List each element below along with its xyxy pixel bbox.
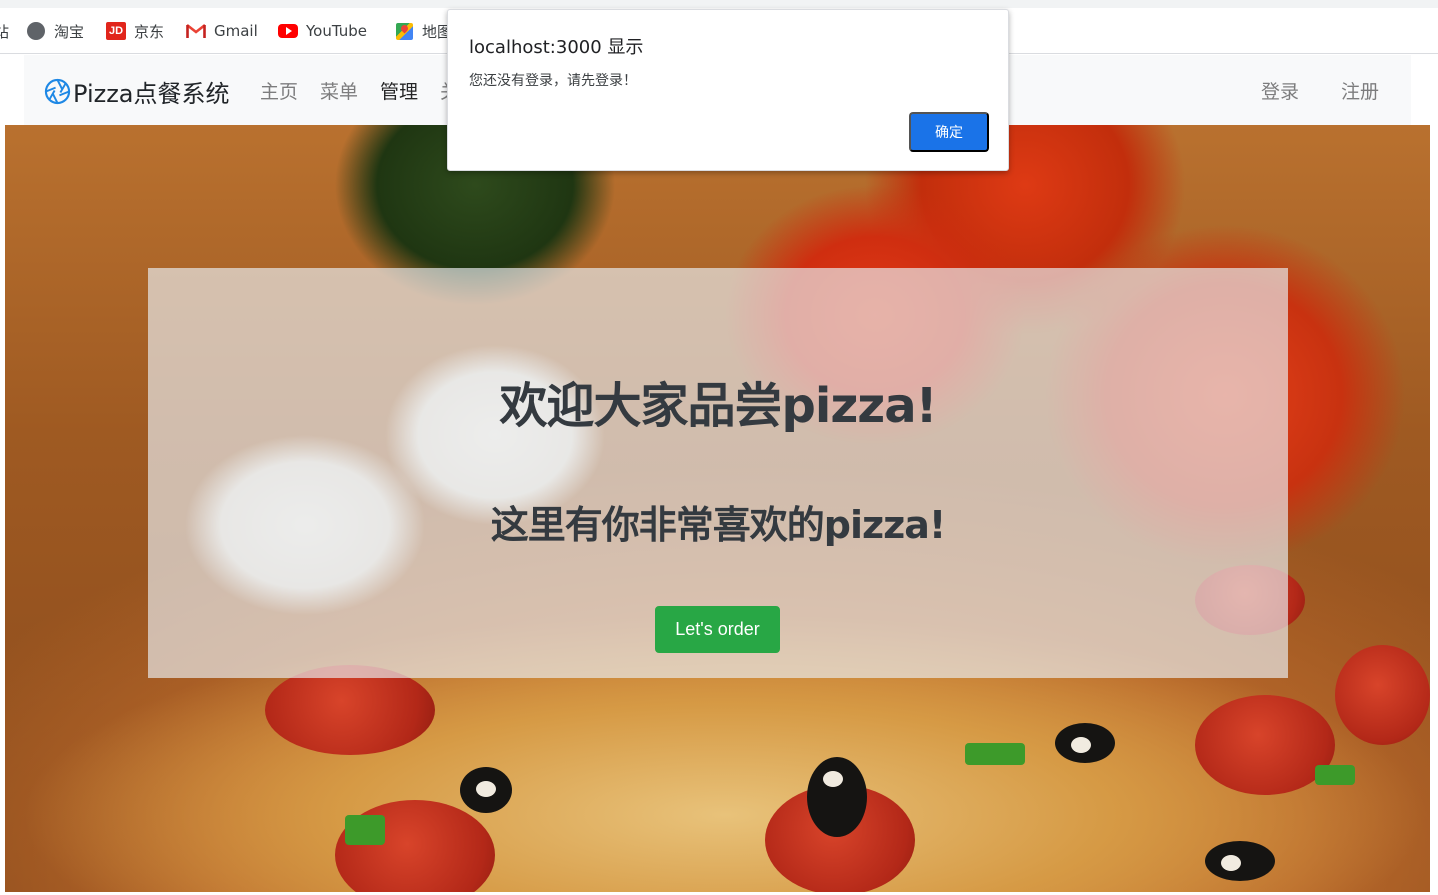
hero-subtitle: 这里有你非常喜欢的pizza! [490, 503, 946, 547]
gmail-icon [186, 22, 206, 40]
pepper-decoration [345, 815, 385, 845]
pepperoni-decoration [265, 665, 435, 755]
navbar-brand[interactable]: Pizza点餐系统 [44, 73, 230, 109]
bookmark-taobao[interactable]: 淘宝 [26, 20, 84, 42]
pepperoni-decoration [335, 800, 495, 892]
olive-decoration [807, 757, 867, 837]
nav-register[interactable]: 注册 [1341, 77, 1379, 104]
bookmark-label: 淘宝 [54, 22, 85, 41]
maps-icon [394, 22, 414, 40]
dialog-message: 您还没有登录，请先登录！ [469, 73, 637, 89]
olive-decoration [1205, 841, 1275, 881]
alert-dialog: localhost:3000 显示 您还没有登录，请先登录！ 确定 [447, 9, 1009, 171]
pepper-decoration [965, 743, 1025, 765]
bookmark-jd[interactable]: JD 京东 [106, 20, 164, 42]
bookmark-item-partial[interactable]: 站 [0, 20, 9, 42]
dialog-title: localhost:3000 显示 [469, 37, 644, 58]
jd-icon: JD [106, 22, 126, 40]
pepperoni-decoration [1335, 645, 1430, 745]
nav-admin[interactable]: 管理 [380, 77, 418, 104]
youtube-icon [278, 22, 298, 40]
nav-home[interactable]: 主页 [260, 77, 298, 104]
dialog-ok-button[interactable]: 确定 [909, 112, 989, 152]
olive-decoration [460, 767, 512, 813]
bookmark-gmail[interactable]: Gmail [186, 20, 258, 42]
nav-menu[interactable]: 菜单 [320, 77, 358, 104]
jumbotron: 欢迎大家品尝pizza! 这里有你非常喜欢的pizza! Let's order [148, 268, 1288, 678]
olive-decoration [1055, 723, 1115, 763]
hero-title: 欢迎大家品尝pizza! [499, 378, 938, 434]
bookmark-maps[interactable]: 地图 [394, 20, 452, 42]
browser-top-strip [0, 0, 1438, 8]
bookmark-label: 京东 [134, 22, 165, 41]
globe-icon [26, 22, 46, 40]
bookmark-label: YouTube [306, 22, 367, 40]
nav-login[interactable]: 登录 [1261, 77, 1299, 104]
aperture-icon [44, 78, 71, 104]
bookmark-youtube[interactable]: YouTube [278, 20, 367, 42]
lets-order-button[interactable]: Let's order [655, 606, 780, 653]
brand-label: Pizza点餐系统 [73, 79, 230, 108]
bookmark-label: Gmail [214, 22, 258, 40]
pepper-decoration [1315, 765, 1355, 785]
bookmark-label: 站 [0, 22, 10, 41]
pepperoni-decoration [1195, 695, 1335, 795]
